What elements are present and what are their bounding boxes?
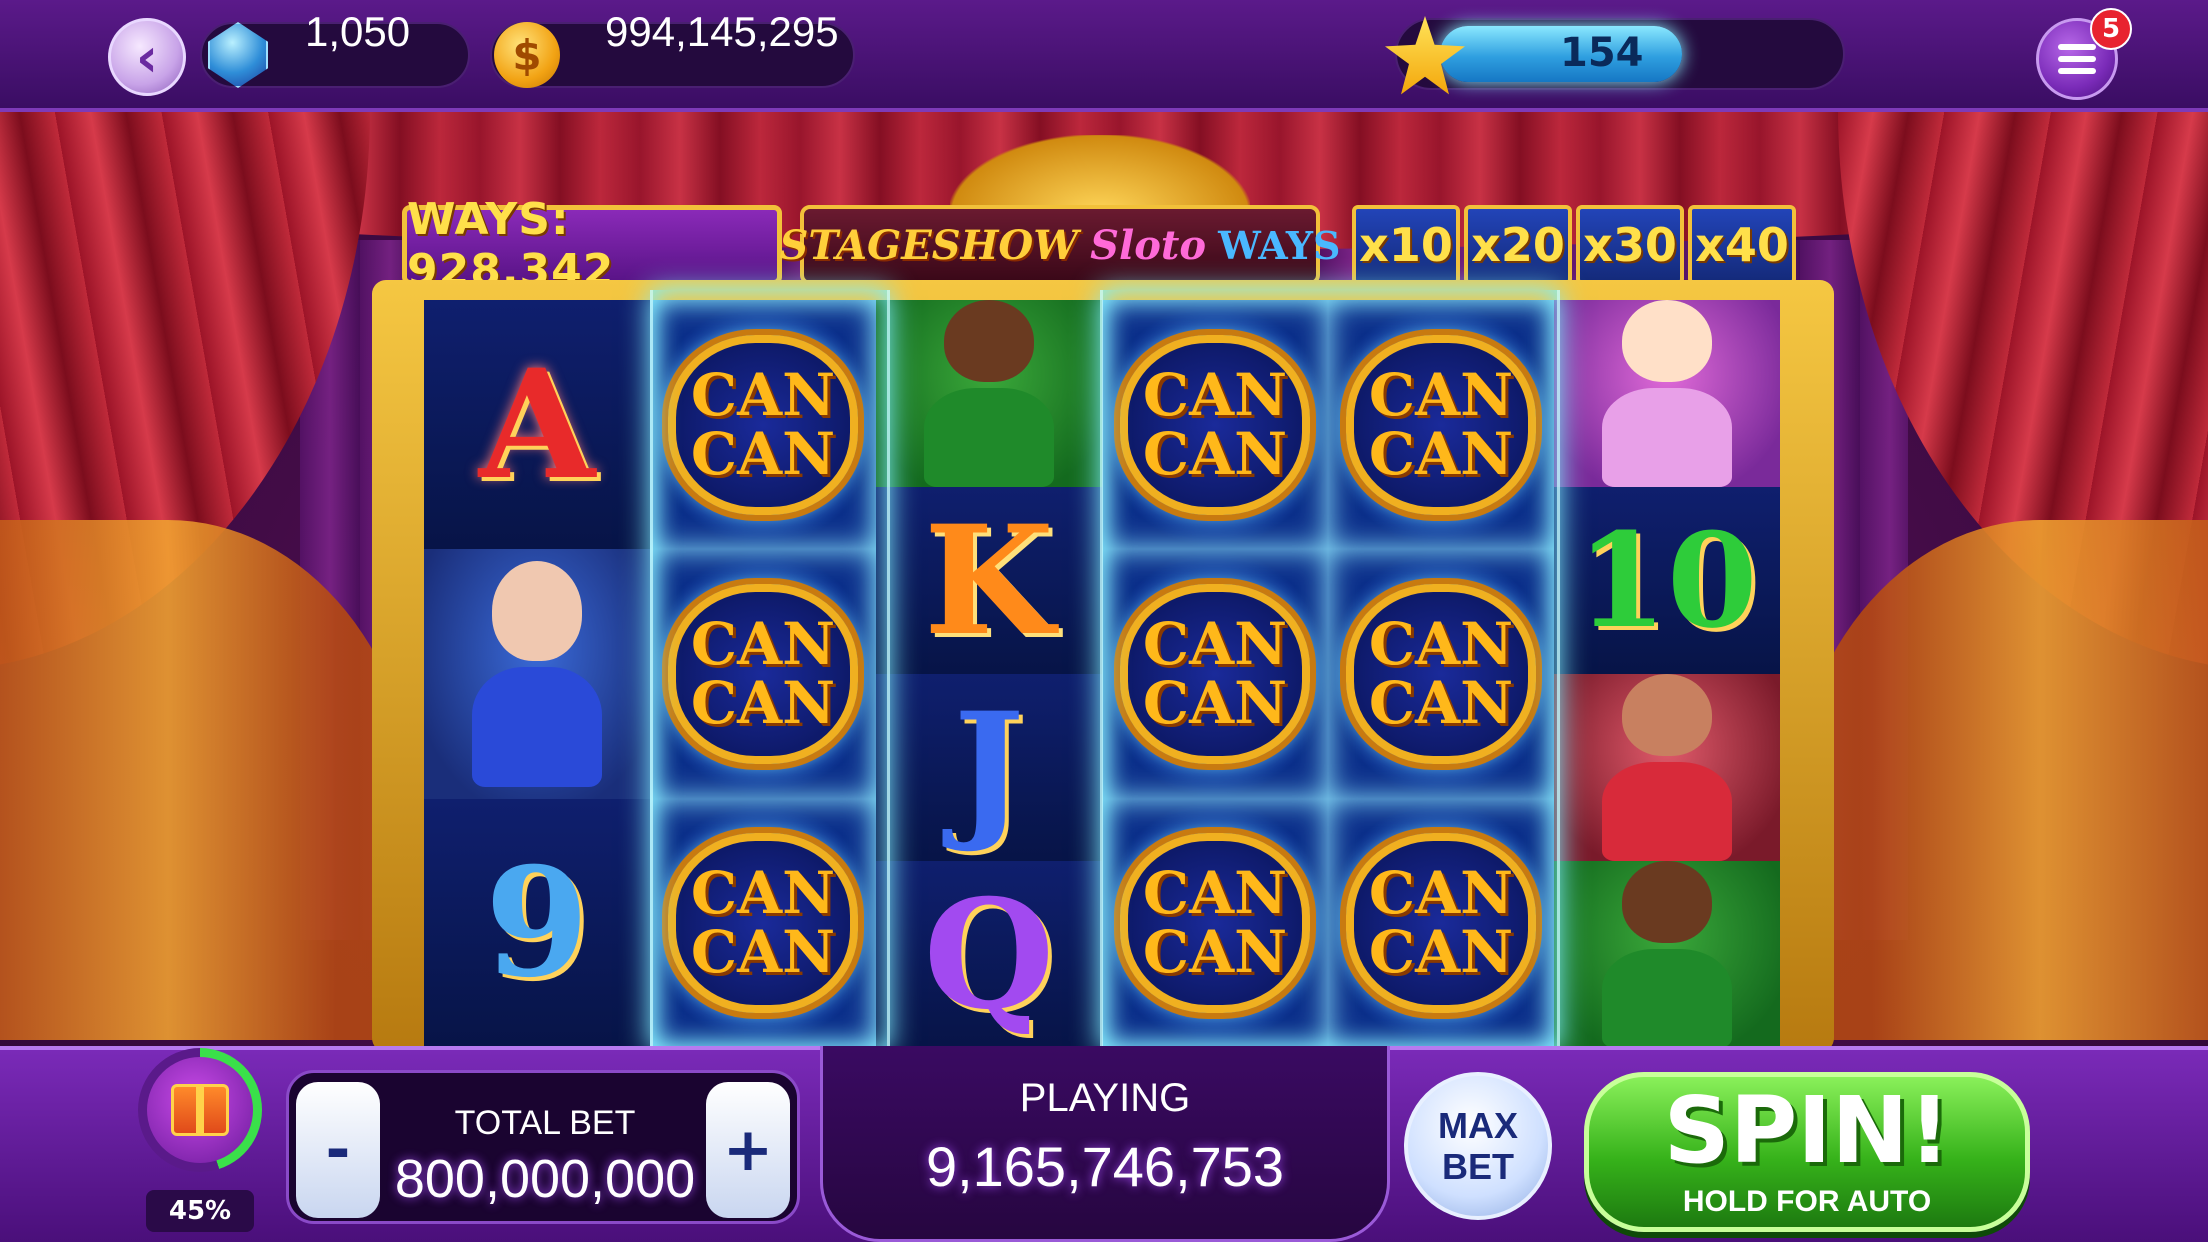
reel-symbol-a: A — [424, 300, 650, 550]
cancan-wild-icon: CAN CAN — [1120, 334, 1310, 515]
max-bet-button[interactable]: MAX BET — [1404, 1072, 1552, 1220]
decrease-bet-button[interactable]: - — [296, 1082, 380, 1218]
dancer-costume — [1602, 949, 1732, 1048]
dancer-head — [1622, 674, 1712, 757]
cancan-word: CAN — [1142, 609, 1288, 678]
total-bet-label: TOTAL BET — [454, 1104, 636, 1142]
max-bet-line1: MAX — [1438, 1104, 1518, 1146]
cancan-word: CAN — [690, 918, 836, 987]
coins-value: 994,145,295 — [605, 8, 839, 55]
game-logo: STAGESHOW Sloto WAYS — [780, 205, 1340, 285]
reel-symbol-cancan: CAN CAN — [650, 300, 876, 550]
increase-bet-button[interactable]: + — [706, 1082, 790, 1218]
logo-stageshow: STAGESHOW — [779, 221, 1079, 269]
reel-symbol-9: 9 — [424, 798, 650, 1048]
dancer-head — [1622, 300, 1712, 383]
cancan-word: CAN — [1368, 918, 1514, 987]
cancan-wild-icon: CAN CAN — [1346, 833, 1536, 1014]
symbol-letter: A — [478, 336, 596, 513]
hamburger-menu-icon — [2058, 44, 2096, 50]
dancer-costume — [1602, 762, 1732, 861]
gems-value: 1,050 — [305, 8, 411, 55]
total-bet-value: 800,000,000 — [394, 1149, 696, 1209]
reel-symbol-dancer-green — [1554, 861, 1780, 1048]
level-value: 154 — [1560, 30, 1644, 76]
gift-percent: 45% — [146, 1190, 254, 1232]
cancan-wild-icon: CAN CAN — [1346, 334, 1536, 515]
cancan-word: CAN — [690, 609, 836, 678]
cancan-word: CAN — [690, 859, 836, 928]
cancan-word: CAN — [1142, 360, 1288, 429]
cancan-wild-icon: CAN CAN — [668, 334, 858, 515]
symbol-letter: J — [953, 679, 1025, 856]
ways-counter: WAYS: 928,342 — [402, 194, 782, 296]
reel-symbol-dancer-red — [1554, 674, 1780, 861]
reel-symbol-dancer-pink — [1554, 300, 1780, 487]
symbol-letter: K — [923, 492, 1055, 669]
dancer-head — [492, 560, 582, 661]
reel-symbol-cancan: CAN CAN — [650, 549, 876, 799]
dancer-costume — [1602, 388, 1732, 487]
logo-sloto: Sloto — [1090, 221, 1207, 269]
spin-hold-hint: HOLD FOR AUTO — [1682, 1185, 1932, 1218]
gift-icon — [171, 1084, 229, 1136]
reel-symbol-cancan: CAN CAN — [1102, 300, 1328, 550]
cancan-wild-icon: CAN CAN — [1120, 833, 1310, 1014]
back-button[interactable]: ‹ — [108, 18, 186, 96]
playing-value: 9,165,746,753 — [925, 1135, 1285, 1198]
cancan-wild-icon: CAN CAN — [668, 583, 858, 764]
symbol-letter: 10 — [1576, 503, 1758, 657]
multiplier-x10: x10 — [1352, 205, 1460, 285]
dancer-head — [944, 300, 1034, 383]
notification-badge: 5 — [2090, 8, 2132, 50]
reel-symbol-cancan: CAN CAN — [1328, 549, 1554, 799]
reel-symbol-cancan: CAN CAN — [1102, 549, 1328, 799]
dancer-head — [1622, 861, 1712, 944]
multiplier-x20: x20 — [1464, 205, 1572, 285]
cancan-wild-icon: CAN CAN — [1346, 583, 1536, 764]
cancan-word: CAN — [690, 668, 836, 737]
reel-symbol-cancan: CAN CAN — [1328, 300, 1554, 550]
cancan-word: CAN — [1142, 668, 1288, 737]
reel-symbol-dancer-blue — [424, 549, 650, 799]
symbol-letter: 9 — [484, 835, 590, 1012]
gift-progress-button[interactable] — [138, 1048, 262, 1172]
reel-symbol-q: Q — [876, 861, 1102, 1048]
cancan-word: CAN — [1368, 859, 1514, 928]
reel-symbol-cancan: CAN CAN — [1328, 798, 1554, 1048]
cancan-wild-icon: CAN CAN — [668, 833, 858, 1014]
reel-symbol-cancan: CAN CAN — [1102, 798, 1328, 1048]
cancan-word: CAN — [1368, 668, 1514, 737]
cancan-word: CAN — [690, 360, 836, 429]
playing-label: PLAYING — [1019, 1076, 1191, 1120]
multiplier-x40: x40 — [1688, 205, 1796, 285]
cancan-wild-icon: CAN CAN — [1120, 583, 1310, 764]
multiplier-x30: x30 — [1576, 205, 1684, 285]
reel-symbol-10: 10 — [1554, 487, 1780, 674]
reel-symbol-dancer-green — [876, 300, 1102, 487]
dancer-costume — [924, 388, 1054, 487]
spin-button[interactable]: SPIN! HOLD FOR AUTO — [1584, 1072, 2030, 1232]
reel-symbol-k: K — [876, 487, 1102, 674]
logo-ways: WAYS — [1218, 222, 1341, 268]
reel-symbol-cancan: CAN CAN — [650, 798, 876, 1048]
symbol-letter: Q — [923, 866, 1055, 1043]
cancan-word: CAN — [1368, 419, 1514, 488]
reel-grid[interactable]: A 9 CAN CAN CAN CAN CAN CAN K J Q CAN CAN CAN CAN CAN CA… — [424, 300, 1780, 1048]
dancer-costume — [472, 666, 602, 787]
chevron-left-icon: ‹ — [135, 25, 159, 89]
max-bet-line2: BET — [1442, 1146, 1514, 1187]
cancan-word: CAN — [1142, 918, 1288, 987]
cancan-word: CAN — [1368, 609, 1514, 678]
cancan-word: CAN — [1142, 419, 1288, 488]
reel-symbol-j: J — [876, 674, 1102, 861]
cancan-word: CAN — [1142, 859, 1288, 928]
marquee-crown — [950, 135, 1250, 215]
coin-icon: $ — [494, 22, 560, 88]
spin-label: SPIN! — [1663, 1077, 1951, 1184]
cancan-word: CAN — [690, 419, 836, 488]
cancan-word: CAN — [1368, 360, 1514, 429]
